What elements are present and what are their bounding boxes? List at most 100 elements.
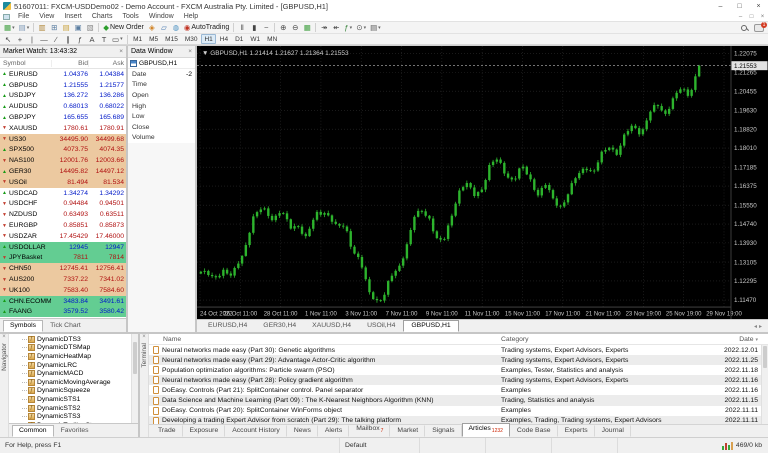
market-watch-row[interactable]: ▼ CHN50 12745.41 12756.41: [0, 263, 126, 275]
cursor-tool-button[interactable]: ↖: [2, 34, 14, 45]
text-tool-button[interactable]: A: [86, 34, 98, 45]
maximize-button[interactable]: □: [730, 0, 749, 12]
market-watch-row[interactable]: ▲ GBPJPY 165.655 165.689: [0, 112, 126, 123]
market-watch-row[interactable]: ▼ JPYBasket 7811 7814: [0, 252, 126, 264]
menu-help[interactable]: Help: [179, 13, 203, 20]
tab-alerts[interactable]: Alerts: [318, 425, 350, 437]
article-row[interactable]: Neural networks made easy (Part 30): Gen…: [149, 345, 768, 355]
article-row[interactable]: Population optimization algorithms: Part…: [149, 365, 768, 375]
new-chart-button[interactable]: ▦ ▾: [2, 22, 17, 33]
tab-scroll-arrows-icon[interactable]: ◂▸: [750, 323, 768, 332]
zoom-out-button[interactable]: ⊖: [289, 22, 301, 33]
toolbox-toggle-button[interactable]: ▣: [72, 22, 84, 33]
navigator-item[interactable]: ƒ DynamicDTSMap: [9, 344, 138, 353]
zoom-in-button[interactable]: ⊕: [277, 22, 289, 33]
crosshair-tool-button[interactable]: +: [14, 34, 26, 45]
navigator-item[interactable]: ƒ DynamicSTS1: [9, 395, 138, 404]
tab-journal[interactable]: Journal: [595, 425, 631, 437]
menu-window[interactable]: Window: [144, 13, 179, 20]
profile-selector[interactable]: Default: [340, 438, 420, 453]
chart-tab-usoil-h4[interactable]: USOil,H4: [359, 320, 403, 332]
articles-column-headers[interactable]: Name Category Date ▾: [149, 334, 768, 345]
tab-common[interactable]: Common: [12, 425, 54, 437]
article-row[interactable]: Developing a trading Expert Advisor from…: [149, 415, 768, 424]
timeframe-mn-button[interactable]: MN: [264, 34, 281, 44]
chat-icon[interactable]: 1: [754, 21, 767, 32]
search-icon[interactable]: [741, 24, 747, 31]
tab-signals[interactable]: Signals: [425, 425, 462, 437]
navigator-scrollbar[interactable]: [131, 334, 138, 423]
tab-news[interactable]: News: [287, 425, 318, 437]
market-watch-row[interactable]: ▲ USDJPY 136.272 136.286: [0, 91, 126, 102]
tile-windows-button[interactable]: ▦: [301, 22, 313, 33]
article-row[interactable]: Neural networks made easy (Part 29): Adv…: [149, 355, 768, 366]
data-window-toggle-button[interactable]: ⊞: [48, 22, 60, 33]
market-watch-row[interactable]: ▲ USDOLLAR 12945 12947: [0, 241, 126, 253]
timeframe-h4-button[interactable]: H4: [216, 34, 231, 44]
market-watch-row[interactable]: ▲ SPX500 4073.75 4074.35: [0, 144, 126, 156]
tab-symbols[interactable]: Symbols: [3, 320, 44, 332]
chart-shift-button[interactable]: ↞: [330, 22, 342, 33]
menu-insert[interactable]: Insert: [59, 13, 87, 20]
tab-trade[interactable]: Trade: [151, 425, 183, 437]
market-watch-close-icon[interactable]: ×: [119, 48, 123, 55]
market-watch-row[interactable]: ▲ FAANG 3579.52 3580.42: [0, 306, 126, 318]
minimize-button[interactable]: –: [711, 0, 730, 12]
navigator-toggle-button[interactable]: ▤: [60, 22, 72, 33]
navigator-item[interactable]: ƒ DynamicHeatMap: [9, 352, 138, 361]
label-tool-button[interactable]: T: [98, 34, 110, 45]
navigator-item[interactable]: ƒ DynamicDTS3: [9, 335, 138, 344]
market-watch-row[interactable]: ▲ EURUSD 1.04376 1.04384: [0, 69, 126, 80]
person-icon-button[interactable]: ▱: [158, 22, 170, 33]
market-watch-row[interactable]: ▼ US30 34495.90 34499.68: [0, 133, 126, 145]
indicators-button[interactable]: ƒ ▾: [342, 22, 354, 33]
tab-tick-chart[interactable]: Tick Chart: [43, 320, 88, 332]
periods-button[interactable]: ⊙ ▾: [354, 22, 368, 33]
close-button[interactable]: ×: [749, 0, 768, 12]
strategy-tester-toggle-button[interactable]: ▧: [84, 22, 96, 33]
market-watch-row[interactable]: ▼ UK100 7583.40 7584.60: [0, 284, 126, 296]
article-row[interactable]: DoEasy. Controls (Part 20): SplitContain…: [149, 406, 768, 416]
terminal-close-icon[interactable]: ×: [142, 334, 146, 341]
timeframe-h1-button[interactable]: H1: [200, 34, 217, 44]
horizontal-line-tool-button[interactable]: —: [38, 34, 50, 45]
navigator-item[interactable]: ƒ DynamicSTS3: [9, 412, 138, 421]
market-watch-row[interactable]: ▼ XAUUSD 1780.61 1780.91: [0, 123, 126, 134]
timeframe-w1-button[interactable]: W1: [247, 34, 264, 44]
article-row[interactable]: Data Science and Machine Learning (Part …: [149, 395, 768, 406]
bars-chart-button[interactable]: ‖: [236, 22, 248, 33]
child-restore-button[interactable]: □: [746, 14, 757, 20]
navigator-item[interactable]: ƒDynamicTrailingStop: [9, 421, 138, 423]
new-order-button[interactable]: ◆ New Order: [101, 22, 146, 33]
navigator-item[interactable]: ƒ DynamicSTS2: [9, 404, 138, 413]
market-watch-toggle-button[interactable]: ▥: [36, 22, 48, 33]
timeframe-m15-button[interactable]: M15: [162, 34, 182, 44]
price-chart[interactable]: 1.22075 1.21265 1.20455 1.19630 1.18820 1.180…: [197, 46, 768, 319]
timeframe-d1-button[interactable]: D1: [232, 34, 247, 44]
navigator-close-icon[interactable]: ×: [2, 334, 6, 341]
market-watch-row[interactable]: ▼ EURGBP 0.85851 0.85873: [0, 220, 126, 231]
templates-button[interactable]: ▤ ▾: [368, 22, 383, 33]
chart-tab-eurusd-h4[interactable]: EURUSD,H4: [200, 320, 255, 332]
tab-code-base[interactable]: Code Base: [510, 425, 558, 437]
market-watch-row[interactable]: ▼ NZDUSD 0.63493 0.63511: [0, 209, 126, 220]
market-watch-row[interactable]: ▼ USDZAR 17.45429 17.46000: [0, 231, 126, 242]
menu-file[interactable]: File: [13, 13, 34, 20]
chart-tab-xauusd-h4[interactable]: XAUUSD,H4: [304, 320, 359, 332]
autotrading-button[interactable]: ◉ AutoTrading: [182, 22, 231, 33]
market-watch-row[interactable]: ▲ AUDUSD 0.68013 0.68022: [0, 101, 126, 112]
navigator-item[interactable]: ƒ DynamicMACD: [9, 369, 138, 378]
fibonacci-tool-button[interactable]: ƒ: [74, 34, 86, 45]
chart-tab-ger30-h4[interactable]: GER30,H4: [255, 320, 304, 332]
child-minimize-button[interactable]: –: [735, 14, 746, 20]
menu-tools[interactable]: Tools: [117, 13, 143, 20]
market-watch-row[interactable]: ▼ USDCHF 0.94484 0.94501: [0, 199, 126, 210]
tab-favorites[interactable]: Favorites: [54, 425, 96, 437]
market-watch-row[interactable]: ▼ NAS100 12001.76 12003.66: [0, 155, 126, 167]
menu-charts[interactable]: Charts: [87, 13, 118, 20]
timeframe-m1-button[interactable]: M1: [130, 34, 146, 44]
timeframe-m5-button[interactable]: M5: [146, 34, 162, 44]
trendline-tool-button[interactable]: ∕: [50, 34, 62, 45]
vertical-line-tool-button[interactable]: |: [26, 34, 38, 45]
market-watch-row[interactable]: ▲ CHN.ECOMM 3483.84 3491.61: [0, 295, 126, 307]
